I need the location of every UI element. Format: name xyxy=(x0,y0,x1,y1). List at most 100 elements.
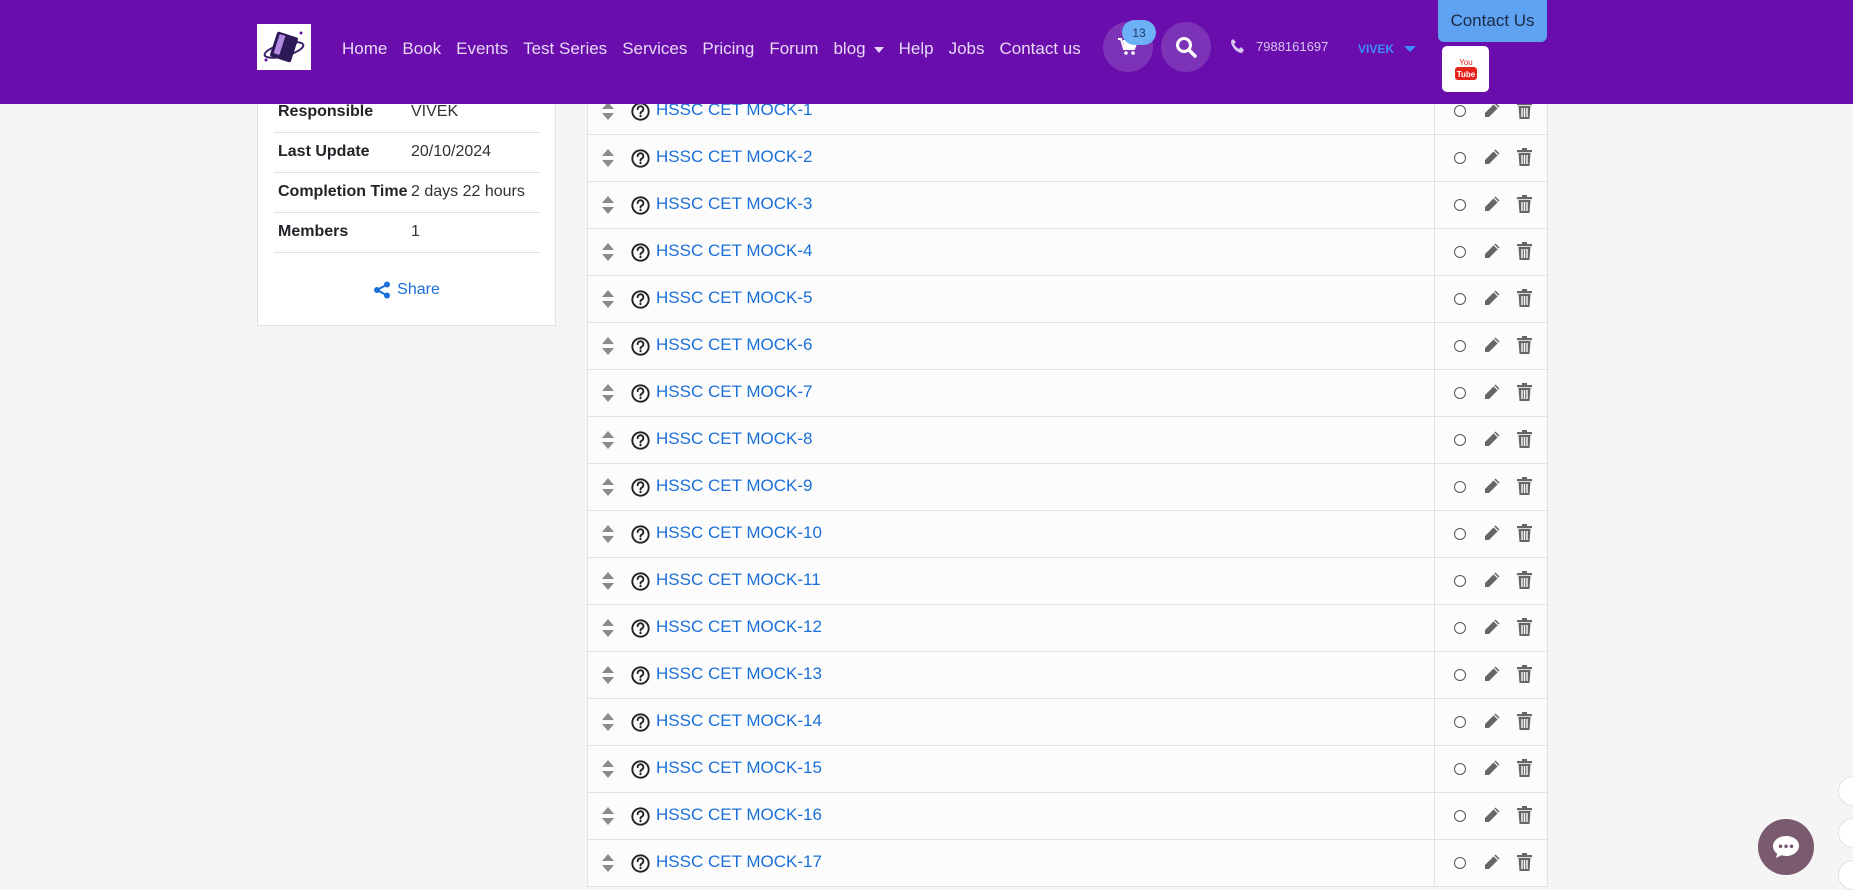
lesson-title-link[interactable]: HSSC CET MOCK-16 xyxy=(656,805,822,825)
pencil-icon[interactable] xyxy=(1483,571,1501,589)
lesson-title-link[interactable]: HSSC CET MOCK-12 xyxy=(656,617,822,637)
trash-icon[interactable] xyxy=(1517,853,1532,871)
lesson-title-link[interactable]: HSSC CET MOCK-9 xyxy=(656,476,813,496)
lesson-select-radio[interactable] xyxy=(1454,199,1466,211)
sort-handle-icon[interactable] xyxy=(602,102,614,120)
lesson-title-link[interactable]: HSSC CET MOCK-13 xyxy=(656,664,822,684)
side-widget-button[interactable] xyxy=(1838,860,1853,890)
pencil-icon[interactable] xyxy=(1483,242,1501,260)
pencil-icon[interactable] xyxy=(1483,524,1501,542)
lesson-title-link[interactable]: HSSC CET MOCK-3 xyxy=(656,194,813,214)
pencil-icon[interactable] xyxy=(1483,806,1501,824)
lesson-select-radio[interactable] xyxy=(1454,293,1466,305)
pencil-icon[interactable] xyxy=(1483,336,1501,354)
lesson-select-radio[interactable] xyxy=(1454,528,1466,540)
sort-handle-icon[interactable] xyxy=(602,290,614,308)
nav-jobs[interactable]: Jobs xyxy=(949,39,985,59)
lesson-select-radio[interactable] xyxy=(1454,340,1466,352)
lesson-select-radio[interactable] xyxy=(1454,481,1466,493)
sort-handle-icon[interactable] xyxy=(602,807,614,825)
lesson-select-radio[interactable] xyxy=(1454,857,1466,869)
sort-handle-icon[interactable] xyxy=(602,196,614,214)
lesson-select-radio[interactable] xyxy=(1454,763,1466,775)
nav-services[interactable]: Services xyxy=(622,39,687,59)
lesson-select-radio[interactable] xyxy=(1454,622,1466,634)
site-logo[interactable] xyxy=(257,24,311,70)
pencil-icon[interactable] xyxy=(1483,477,1501,495)
trash-icon[interactable] xyxy=(1517,665,1532,683)
search-button[interactable] xyxy=(1161,22,1211,72)
lesson-title-link[interactable]: HSSC CET MOCK-17 xyxy=(656,852,822,872)
sort-handle-icon[interactable] xyxy=(602,760,614,778)
pencil-icon[interactable] xyxy=(1483,148,1501,166)
sort-handle-icon[interactable] xyxy=(602,666,614,684)
sort-handle-icon[interactable] xyxy=(602,854,614,872)
lesson-title-link[interactable]: HSSC CET MOCK-8 xyxy=(656,429,813,449)
phone-contact[interactable]: 7988161697 xyxy=(1230,38,1328,54)
nav-pricing[interactable]: Pricing xyxy=(702,39,754,59)
nav-home[interactable]: Home xyxy=(342,39,387,59)
lesson-title-link[interactable]: HSSC CET MOCK-5 xyxy=(656,288,813,308)
lesson-select-radio[interactable] xyxy=(1454,105,1466,117)
sort-handle-icon[interactable] xyxy=(602,337,614,355)
trash-icon[interactable] xyxy=(1517,195,1532,213)
lesson-select-radio[interactable] xyxy=(1454,575,1466,587)
side-widget-button[interactable] xyxy=(1838,776,1853,806)
lesson-select-radio[interactable] xyxy=(1454,152,1466,164)
nav-forum[interactable]: Forum xyxy=(769,39,818,59)
lesson-title-link[interactable]: HSSC CET MOCK-11 xyxy=(656,570,821,590)
nav-test-series[interactable]: Test Series xyxy=(523,39,607,59)
chat-button[interactable] xyxy=(1758,819,1814,875)
lesson-title-link[interactable]: HSSC CET MOCK-14 xyxy=(656,711,822,731)
pencil-icon[interactable] xyxy=(1483,289,1501,307)
trash-icon[interactable] xyxy=(1517,712,1532,730)
contact-us-button[interactable]: Contact Us xyxy=(1438,0,1547,42)
lesson-select-radio[interactable] xyxy=(1454,434,1466,446)
pencil-icon[interactable] xyxy=(1483,665,1501,683)
lesson-select-radio[interactable] xyxy=(1454,716,1466,728)
trash-icon[interactable] xyxy=(1517,618,1532,636)
nav-book[interactable]: Book xyxy=(402,39,441,59)
lesson-title-link[interactable]: HSSC CET MOCK-4 xyxy=(656,241,813,261)
pencil-icon[interactable] xyxy=(1483,712,1501,730)
pencil-icon[interactable] xyxy=(1483,853,1501,871)
sort-handle-icon[interactable] xyxy=(602,572,614,590)
nav-events[interactable]: Events xyxy=(456,39,508,59)
nav-blog-dropdown[interactable]: blog xyxy=(833,39,884,59)
share-link[interactable]: Share xyxy=(258,281,555,299)
lesson-title-link[interactable]: HSSC CET MOCK-2 xyxy=(656,147,813,167)
trash-icon[interactable] xyxy=(1517,806,1532,824)
youtube-button[interactable]: You Tube xyxy=(1442,46,1489,92)
pencil-icon[interactable] xyxy=(1483,195,1501,213)
nav-contact-us[interactable]: Contact us xyxy=(1000,39,1081,59)
pencil-icon[interactable] xyxy=(1483,759,1501,777)
sort-handle-icon[interactable] xyxy=(602,431,614,449)
pencil-icon[interactable] xyxy=(1483,383,1501,401)
lesson-select-radio[interactable] xyxy=(1454,246,1466,258)
trash-icon[interactable] xyxy=(1517,524,1532,542)
side-widget-button[interactable] xyxy=(1838,818,1853,848)
pencil-icon[interactable] xyxy=(1483,618,1501,636)
sort-handle-icon[interactable] xyxy=(602,243,614,261)
trash-icon[interactable] xyxy=(1517,148,1532,166)
lesson-title-link[interactable]: HSSC CET MOCK-7 xyxy=(656,382,813,402)
trash-icon[interactable] xyxy=(1517,759,1532,777)
sort-handle-icon[interactable] xyxy=(602,713,614,731)
sort-handle-icon[interactable] xyxy=(602,525,614,543)
pencil-icon[interactable] xyxy=(1483,430,1501,448)
trash-icon[interactable] xyxy=(1517,571,1532,589)
lesson-select-radio[interactable] xyxy=(1454,669,1466,681)
sort-handle-icon[interactable] xyxy=(602,478,614,496)
sort-handle-icon[interactable] xyxy=(602,384,614,402)
lesson-title-link[interactable]: HSSC CET MOCK-10 xyxy=(656,523,822,543)
lesson-select-radio[interactable] xyxy=(1454,810,1466,822)
trash-icon[interactable] xyxy=(1517,383,1532,401)
lesson-title-link[interactable]: HSSC CET MOCK-15 xyxy=(656,758,822,778)
trash-icon[interactable] xyxy=(1517,336,1532,354)
nav-help[interactable]: Help xyxy=(899,39,934,59)
lesson-title-link[interactable]: HSSC CET MOCK-6 xyxy=(656,335,813,355)
user-menu-dropdown[interactable]: VIVEK xyxy=(1358,42,1417,56)
trash-icon[interactable] xyxy=(1517,477,1532,495)
sort-handle-icon[interactable] xyxy=(602,619,614,637)
lesson-select-radio[interactable] xyxy=(1454,387,1466,399)
